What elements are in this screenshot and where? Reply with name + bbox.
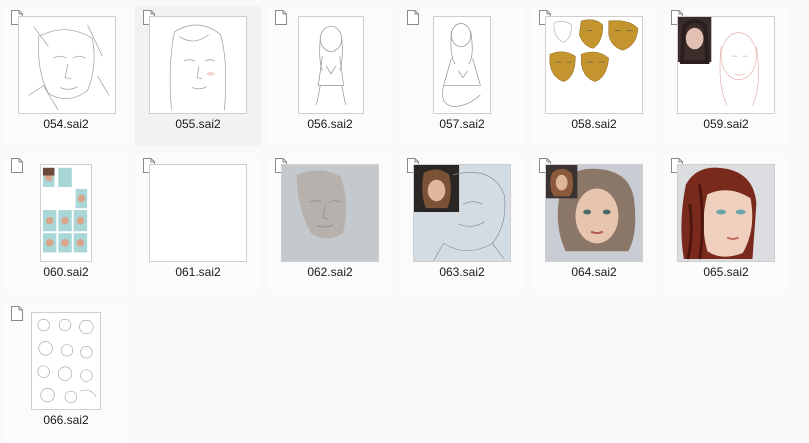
file-tile-056[interactable]: 056.sai2 [267, 6, 393, 146]
thumbnail-055 [149, 16, 247, 114]
file-name: 055.sai2 [175, 117, 221, 131]
file-tile-054[interactable]: 054.sai2 [3, 6, 129, 146]
document-icon [11, 158, 23, 173]
file-name: 066.sai2 [43, 413, 89, 427]
thumbnail-057 [433, 16, 491, 114]
thumbnail-062 [281, 164, 379, 262]
file-tile-066[interactable]: 066.sai2 [3, 302, 129, 442]
thumbnail-064 [545, 164, 643, 262]
file-name: 059.sai2 [703, 117, 749, 131]
file-name: 060.sai2 [43, 265, 89, 279]
document-icon [407, 10, 419, 25]
thumbnail-056 [298, 16, 364, 114]
file-tile-063[interactable]: 063.sai2 [399, 154, 525, 294]
thumbnail-060 [40, 164, 92, 262]
thumbnail-065 [677, 164, 775, 262]
file-tile-062[interactable]: 062.sai2 [267, 154, 393, 294]
thumbnail-054 [18, 16, 116, 114]
file-tile-055[interactable]: 055.sai2 [135, 6, 261, 146]
thumbnail-066 [31, 312, 101, 410]
file-tile-061[interactable]: 061.sai2 [135, 154, 261, 294]
file-tile-065[interactable]: 065.sai2 [663, 154, 789, 294]
thumbnail-063 [413, 164, 511, 262]
thumbnail-061 [149, 164, 247, 262]
document-icon [275, 10, 287, 25]
file-tile-057[interactable]: 057.sai2 [399, 6, 525, 146]
file-tile-064[interactable]: 064.sai2 [531, 154, 657, 294]
thumbnail-058 [545, 16, 643, 114]
file-name: 063.sai2 [439, 265, 485, 279]
file-tile-058[interactable]: 058.sai2 [531, 6, 657, 146]
file-name: 061.sai2 [175, 265, 221, 279]
file-name: 054.sai2 [43, 117, 89, 131]
file-name: 065.sai2 [703, 265, 749, 279]
file-name: 057.sai2 [439, 117, 485, 131]
file-name: 064.sai2 [571, 265, 617, 279]
file-name: 058.sai2 [571, 117, 617, 131]
file-tile-059[interactable]: 059.sai2 [663, 6, 789, 146]
file-name: 062.sai2 [307, 265, 353, 279]
thumbnail-059 [677, 16, 775, 114]
file-name: 056.sai2 [307, 117, 353, 131]
document-icon [11, 306, 23, 321]
file-tile-060[interactable]: 060.sai2 [3, 154, 129, 294]
